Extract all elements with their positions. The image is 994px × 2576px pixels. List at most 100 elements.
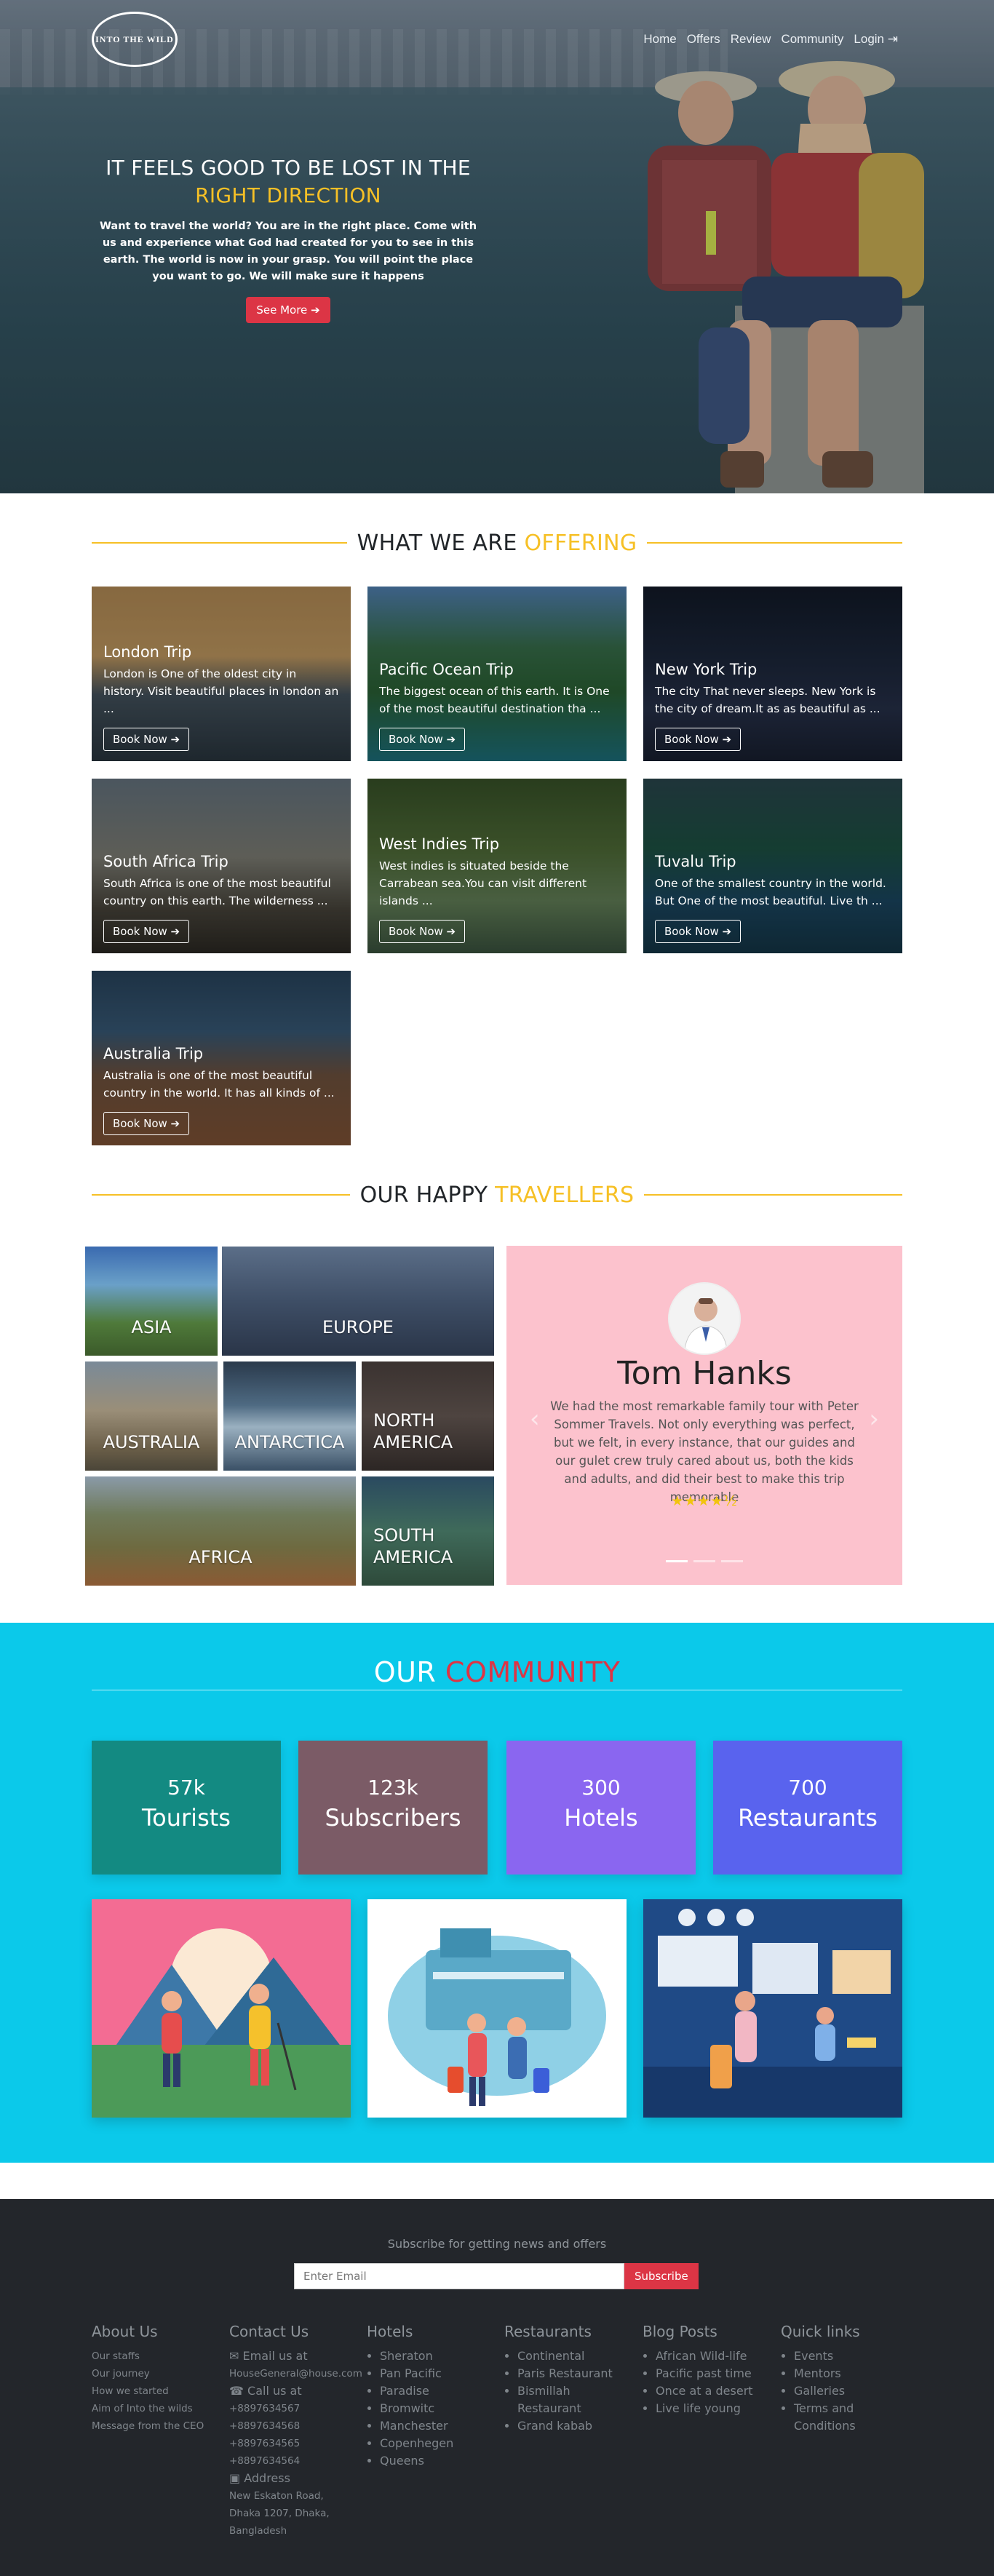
subscribe-button[interactable]: Subscribe [624,2263,699,2289]
hero-section: INTO THE WILD Home Offers Review Communi… [0,0,994,493]
hotel-item[interactable]: Manchester [380,2417,502,2435]
restaurant-item[interactable]: Paris Restaurant [517,2365,640,2382]
offer-card-australia: Australia Trip Australia is one of the m… [92,971,351,1145]
hotel-item[interactable]: Copenhegen [380,2435,502,2452]
hotel-item[interactable]: Queens [380,2452,502,2470]
restaurant-item[interactable]: Grand kabab [517,2417,640,2435]
quick-link[interactable]: Galleries [794,2382,897,2400]
testimonial-carousel: Tom Hanks We had the most remarkable fam… [506,1246,902,1585]
region-tile-north-america[interactable]: NORTH AMERICA [362,1361,494,1471]
email-input[interactable] [294,2263,624,2289]
restaurant-item[interactable]: Bismillah Restaurant [517,2382,583,2417]
quick-link[interactable]: Mentors [794,2365,897,2382]
quick-link[interactable]: Events [794,2348,897,2365]
carousel-dot[interactable] [693,1560,715,1562]
chevron-right-icon[interactable]: › [869,1404,879,1434]
contact-phone[interactable]: +8897634564 [229,2452,367,2470]
carousel-dot[interactable] [721,1560,743,1562]
hotel-item[interactable]: Pan Pacific [380,2365,502,2382]
restaurant-item[interactable]: Continental [517,2348,640,2365]
offer-card-tuvalu: Tuvalu Trip One of the smallest country … [643,779,902,953]
region-tile-australia[interactable]: AUSTRALIA [85,1361,218,1471]
carousel-dot[interactable] [666,1560,688,1562]
book-now-button[interactable]: Book Now ➔ [103,920,190,943]
region-tile-africa[interactable]: AFRICA [85,1476,356,1586]
nav-review[interactable]: Review [731,32,771,47]
hotel-item[interactable]: Bromwitc [380,2400,502,2417]
quick-link-list: Events Mentors Galleries Terms and Condi… [794,2348,897,2435]
nav-login[interactable]: Login ⇥ [854,32,898,47]
login-icon: ⇥ [887,32,898,46]
offer-card-title: Pacific Ocean Trip [379,661,514,678]
hotel-item[interactable]: Sheraton [380,2348,502,2365]
footer-col-title: Hotels [367,2323,413,2340]
footer-blog: Blog Posts African Wild-life Pacific pas… [643,2323,778,2417]
nav-home[interactable]: Home [643,32,676,47]
region-label: ASIA [131,1317,172,1337]
book-now-button[interactable]: Book Now ➔ [379,920,466,943]
book-now-button[interactable]: Book Now ➔ [103,728,190,751]
hero-title-line1: IT FEELS GOOD TO BE LOST IN THE [106,156,471,180]
contact-phone[interactable]: +8897634567 [229,2400,367,2417]
contact-email[interactable]: HouseGeneral@house.com [229,2365,367,2382]
rating-stars: ★★★★½ [671,1493,738,1509]
cruise-travel-illustration [367,1899,627,2118]
hikers-illustration [92,1899,351,2118]
book-now-button[interactable]: Book Now ➔ [655,728,741,751]
footer-hotels: Hotels Sheraton Pan Pacific Paradise Bro… [367,2323,502,2470]
see-more-button[interactable]: See More ➔ [246,297,330,323]
offer-card-desc: The city That never sleeps. New York is … [655,685,880,715]
book-now-label: Book Now [113,925,167,938]
region-tile-asia[interactable]: ASIA [85,1247,218,1356]
region-tile-south-america[interactable]: SOUTH AMERICA [362,1476,494,1586]
travellers-heading: OUR HAPPY TRAVELLERS [92,1180,902,1209]
testimonial-name: Tom Hanks [617,1355,792,1392]
blog-item[interactable]: Once at a desert [656,2382,778,2400]
stat-label: Subscribers [325,1804,461,1832]
footer-col-title: Quick links [781,2323,860,2340]
chevron-left-icon[interactable]: ‹ [530,1404,540,1434]
region-tile-europe[interactable]: EUROPE [222,1247,494,1356]
nav-offers[interactable]: Offers [687,32,720,47]
footer-link[interactable]: Message from the CEO [92,2417,227,2435]
nav-community[interactable]: Community [781,32,843,47]
hero-title-line2: RIGHT DIRECTION [195,183,381,207]
brand-logo[interactable]: INTO THE WILD [92,12,178,67]
blog-item[interactable]: Live life young [656,2400,778,2417]
hotel-list: Sheraton Pan Pacific Paradise Bromwitc M… [380,2348,502,2470]
footer-col-title: Contact Us [229,2323,309,2340]
address-card-icon: ▣ [229,2471,241,2485]
see-more-label: See More [256,303,308,317]
contact-phone[interactable]: +8897634568 [229,2417,367,2435]
hero-text: IT FEELS GOOD TO BE LOST IN THE RIGHT DI… [92,154,485,323]
offer-card-desc: Australia is one of the most beautiful c… [103,1069,335,1100]
quick-link[interactable]: Terms and Conditions [794,2400,867,2435]
footer-col-title: Restaurants [504,2323,592,2340]
footer-link[interactable]: Aim of Into the wilds [92,2400,227,2417]
stat-number: 123k [367,1776,418,1800]
arrow-right-icon: ➔ [722,733,732,746]
blog-item[interactable]: African Wild-life [656,2348,778,2365]
contact-phone[interactable]: +8897634565 [229,2435,367,2452]
book-now-button[interactable]: Book Now ➔ [379,728,466,751]
blog-item[interactable]: Pacific past time [656,2365,778,2382]
hotel-item[interactable]: Paradise [380,2382,502,2400]
stat-tourists: 57k Tourists [92,1741,281,1875]
book-now-button[interactable]: Book Now ➔ [103,1112,190,1135]
offer-card-desc: One of the smallest country in the world… [655,877,886,907]
footer-link[interactable]: How we started [92,2382,227,2400]
offer-card-southafrica: South Africa Trip South Africa is one of… [92,779,351,953]
region-tile-antarctica[interactable]: ANTARCTICA [223,1361,356,1471]
arrow-right-icon: ➔ [722,925,732,938]
hero-title: IT FEELS GOOD TO BE LOST IN THE RIGHT DI… [92,154,485,210]
nav-login-label: Login [854,32,885,46]
footer-link[interactable]: Our staffs [92,2348,227,2365]
offer-card-title: West Indies Trip [379,835,500,853]
person-avatar-icon [683,1298,728,1353]
stat-subscribers: 123k Subscribers [298,1741,488,1875]
stat-number: 57k [167,1776,205,1800]
footer-link[interactable]: Our journey [92,2365,227,2382]
book-now-button[interactable]: Book Now ➔ [655,920,741,943]
book-now-label: Book Now [113,733,167,746]
testimonial-avatar [668,1282,741,1355]
